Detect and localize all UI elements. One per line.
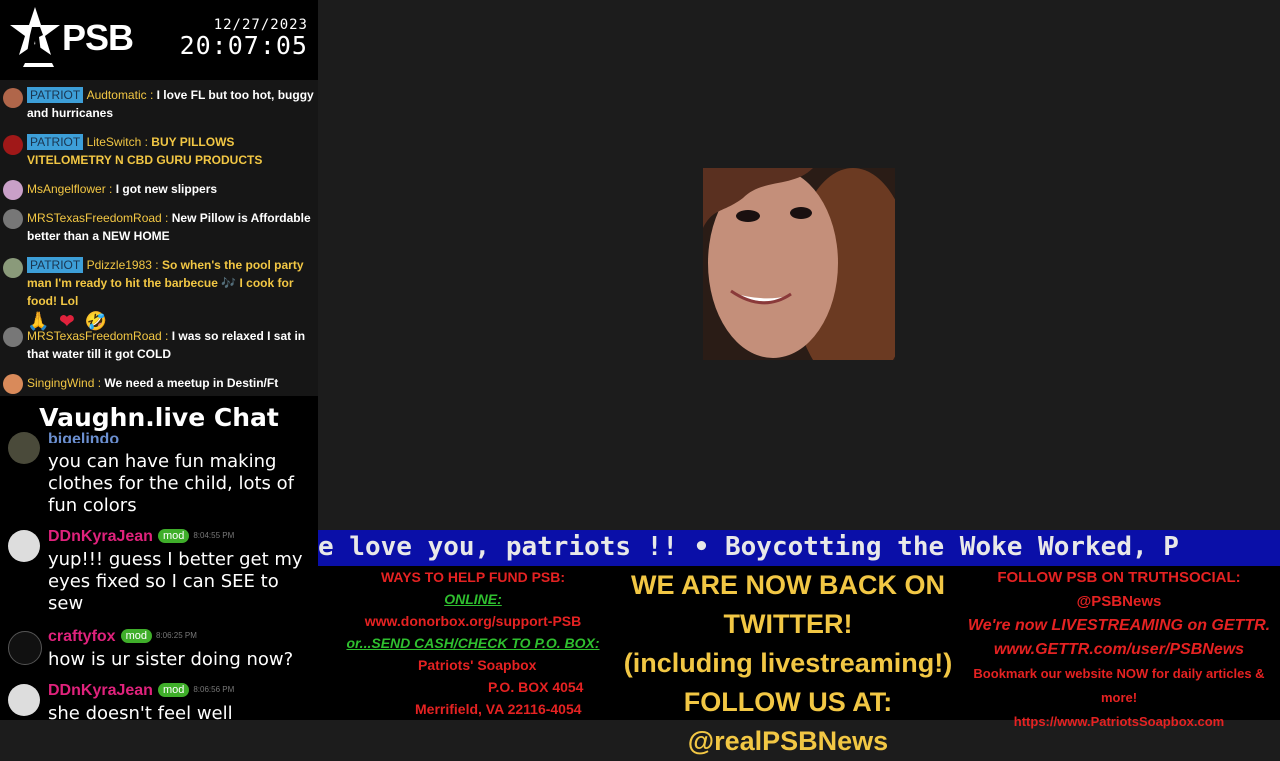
twitter-handle: @realPSBNews: [687, 726, 889, 756]
mod-badge: mod: [120, 629, 152, 643]
bookmark-notice: Bookmark our website NOW for daily artic…: [973, 666, 1265, 705]
mail-label: or...SEND CASH/CHECK TO P.O. BOX:: [346, 635, 600, 651]
avatar: [3, 258, 23, 278]
donorbox-link[interactable]: www.donorbox.org/support-PSB: [318, 610, 628, 632]
avatar: [8, 530, 40, 562]
website-url[interactable]: https://www.PatriotsSoapbox.com: [958, 710, 1280, 734]
mod-badge: mod: [157, 683, 190, 697]
address-line: Patriots' Soapbox: [418, 657, 537, 673]
chat-text: I got new slippers: [115, 182, 218, 196]
portrait-image: [703, 168, 895, 360]
avatar: [8, 631, 42, 665]
ticker-text: e love you, patriots !! • Boycotting the…: [318, 532, 1179, 562]
psb-chat-panel: PATRIOT Audtomatic : I love FL but too h…: [0, 80, 318, 396]
avatar: [8, 432, 40, 464]
twitter-info: WE ARE NOW BACK ON TWITTER! (including l…: [618, 566, 958, 761]
vaughn-chat-title: Vaughn.live Chat: [39, 403, 279, 432]
chat-username[interactable]: Pdizzle1983: [87, 258, 152, 272]
vaughn-chat-text: how is ur sister doing now?: [48, 649, 294, 670]
avatar: [8, 684, 40, 716]
address-line: P.O. BOX 4054: [488, 679, 584, 695]
chat-text: We need a meetup in Destin/Ft: [104, 376, 279, 390]
time-display: 20:07:05: [179, 31, 308, 60]
online-label: ONLINE:: [444, 591, 502, 607]
address-line: Merrifield, VA 22116-4054: [415, 701, 582, 717]
chat-username[interactable]: LiteSwitch: [87, 135, 142, 149]
avatar: [3, 88, 23, 108]
vaughn-chat-text: you can have fun making clothes for the …: [48, 451, 294, 516]
twitter-line: WE ARE NOW BACK ON TWITTER!: [631, 570, 945, 639]
avatar: [3, 327, 23, 347]
twitter-line: FOLLOW US AT:: [683, 687, 893, 717]
avatar: [3, 209, 23, 229]
chat-username[interactable]: Audtomatic: [87, 88, 147, 102]
patriot-badge: PATRIOT: [27, 134, 84, 150]
vaughn-chat-text: she doesn't feel well: [48, 703, 233, 720]
message-timestamp: 8:06:56 PM: [193, 685, 235, 694]
vaughn-username[interactable]: DDnKyraJean mod 8:06:56 PM: [48, 682, 234, 700]
fund-title: WAYS TO HELP FUND PSB:: [380, 569, 566, 585]
vaughn-username[interactable]: DDnKyraJean mod 8:04:55 PM: [48, 528, 234, 546]
avatar: [3, 180, 23, 200]
chat-username[interactable]: SingingWind: [27, 376, 94, 390]
avatar: [3, 135, 23, 155]
info-banner: WAYS TO HELP FUND PSB: ONLINE: www.donor…: [318, 566, 1280, 756]
vaughn-chat-text: yup!!! guess I better get my eyes fixed …: [48, 549, 303, 614]
mod-badge: mod: [157, 529, 190, 543]
twitter-line: (including livestreaming!): [623, 648, 953, 678]
news-ticker: e love you, patriots !! • Boycotting the…: [318, 530, 1280, 566]
chat-username[interactable]: MRSTexasFreedomRoad: [27, 211, 162, 225]
truth-handle: @PSBNews: [1076, 593, 1162, 610]
truth-title: FOLLOW PSB ON TRUTHSOCIAL:: [997, 569, 1241, 586]
logo-text: PSB: [62, 17, 134, 58]
guest-photo: [703, 168, 895, 360]
vaughn-username[interactable]: bigelindo: [48, 431, 119, 443]
gettr-url[interactable]: www.GETTR.com/user/PSBNews: [958, 638, 1280, 662]
fund-info: WAYS TO HELP FUND PSB: ONLINE: www.donor…: [318, 566, 628, 720]
message-timestamp: 8:04:55 PM: [193, 531, 235, 540]
avatar: [3, 374, 23, 394]
patriot-badge: PATRIOT: [27, 87, 84, 103]
gettr-notice: We're now LIVESTREAMING on GETTR.: [967, 617, 1271, 634]
patriot-badge: PATRIOT: [27, 257, 84, 273]
header-bar: PSB 12/27/2023 20:07:05: [0, 0, 318, 78]
chat-username[interactable]: MsAngelflower: [27, 182, 106, 196]
vaughn-username[interactable]: craftyfox mod 8:06:25 PM: [48, 628, 197, 646]
message-timestamp: 8:06:25 PM: [155, 631, 197, 640]
chat-username[interactable]: MRSTexasFreedomRoad: [27, 329, 162, 343]
truthsocial-info: FOLLOW PSB ON TRUTHSOCIAL: @PSBNews We'r…: [958, 566, 1280, 734]
left-panel: PSB 12/27/2023 20:07:05 PATRIOT Audtomat…: [0, 0, 318, 720]
